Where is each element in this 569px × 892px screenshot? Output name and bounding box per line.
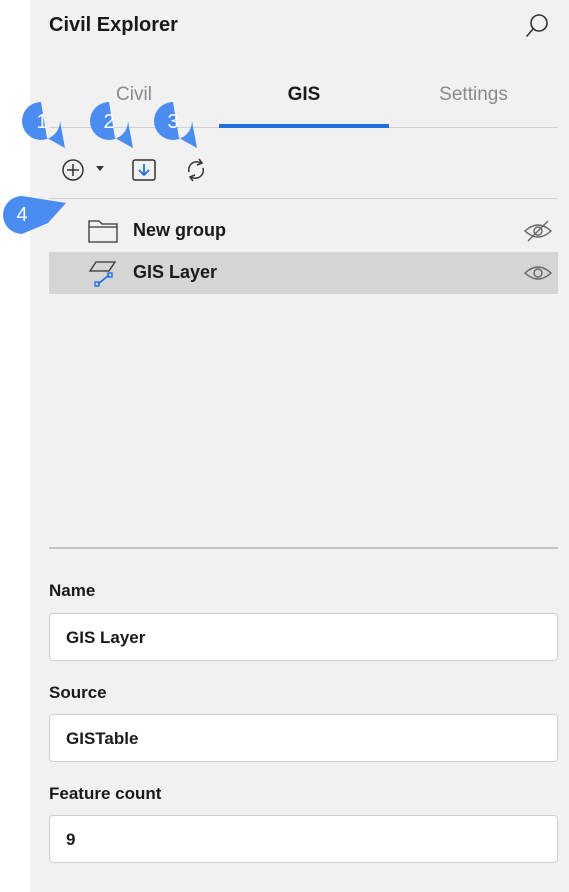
feature-count-value: 9 (66, 830, 76, 849)
tab-settings[interactable]: Settings (389, 78, 558, 126)
callout-number: 2 (103, 111, 115, 133)
source-field[interactable]: GISTable (49, 714, 558, 762)
hidden-eye-icon[interactable] (523, 218, 553, 244)
tab-gis[interactable]: GIS (219, 78, 389, 126)
callout-number: 4 (16, 204, 28, 226)
toolbar-divider (49, 198, 558, 199)
search-icon[interactable] (524, 12, 550, 40)
eye-icon[interactable] (523, 260, 553, 286)
plus-circle-icon[interactable] (60, 157, 86, 183)
source-value: GISTable (66, 729, 139, 748)
active-tab-indicator (219, 124, 389, 128)
source-label: Source (49, 683, 107, 702)
tree-item-new-group[interactable]: New group (49, 210, 558, 252)
import-arrow-icon[interactable] (130, 156, 158, 184)
name-label: Name (49, 581, 96, 600)
feature-count-label: Feature count (49, 784, 162, 803)
panel-title: Civil Explorer (49, 14, 178, 36)
callout-number: 3 (167, 111, 179, 133)
caret-down-icon[interactable] (94, 165, 106, 173)
refresh-icon[interactable] (183, 156, 209, 184)
properties-separator (49, 547, 558, 549)
tree-item-label: GIS Layer (133, 262, 218, 282)
feature-count-field[interactable]: 9 (49, 815, 558, 863)
callout-number: 1 (36, 111, 48, 133)
tree-item-label: New group (133, 220, 226, 240)
name-field[interactable]: GIS Layer (49, 613, 558, 661)
name-value: GIS Layer (66, 628, 146, 647)
folder-icon (88, 220, 118, 243)
tree-item-gis-layer[interactable]: GIS Layer (49, 252, 558, 294)
gis-layer-icon (88, 261, 117, 287)
